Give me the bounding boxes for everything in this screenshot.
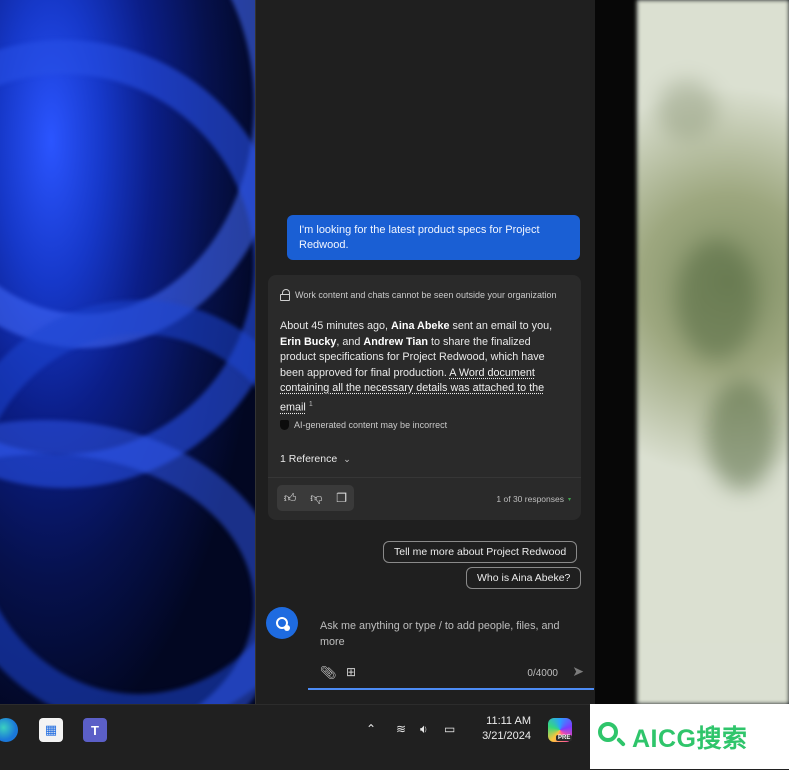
store-icon[interactable]: ▦	[39, 718, 63, 742]
reference-toggle[interactable]: 1 Reference ⌄	[280, 453, 351, 465]
person-name: Erin Bucky	[280, 335, 337, 348]
wifi-icon[interactable]: ≋	[396, 722, 406, 736]
clock-date: 3/21/2024	[482, 730, 531, 742]
volume-icon[interactable]: 🔉︎	[420, 722, 428, 737]
response-counter-text: 1 of 30 responses	[496, 494, 564, 504]
citation-marker[interactable]: 1	[309, 401, 313, 408]
chevron-up-icon[interactable]: ⌃	[366, 722, 376, 736]
response-counter: 1 of 30 responses ▾	[496, 494, 571, 504]
person-name: Aina Abeke	[391, 320, 450, 332]
thumbs-down-icon[interactable]: 👎︎	[310, 491, 322, 506]
watermark-text: AICG搜索	[632, 724, 748, 753]
divider	[268, 477, 581, 478]
watermark-logo: AICG搜索	[590, 704, 789, 769]
background-photo	[637, 0, 789, 704]
composer-placeholder[interactable]: Ask me anything or type / to add people,…	[320, 619, 578, 650]
feedback-buttons: 👍︎ 👎︎ ❐	[277, 485, 354, 511]
suggestion-label: Tell me more about Project Redwood	[394, 546, 567, 558]
copilot-response-card: Work content and chats cannot be seen ou…	[268, 275, 581, 520]
copilot-avatar	[266, 607, 298, 639]
clock-time: 11:11 AM	[486, 715, 531, 727]
ai-disclaimer: AI-generated content may be incorrect	[280, 420, 447, 430]
window-frame	[594, 0, 637, 704]
ai-disclaimer-text: AI-generated content may be incorrect	[294, 420, 448, 430]
copilot-pane: I'm looking for the latest product specs…	[255, 0, 595, 704]
desktop-wallpaper	[0, 0, 256, 704]
system-clock[interactable]: 11:11 AM 3/21/2024	[469, 714, 531, 744]
magnifier-icon	[598, 721, 628, 752]
plugins-icon[interactable]: ⊞	[346, 665, 356, 679]
lock-icon	[280, 289, 290, 301]
response-text-part: , and	[336, 335, 364, 348]
chat-icon	[276, 617, 290, 631]
user-message-text: I'm looking for the latest product specs…	[299, 224, 540, 251]
response-text-part: sent an email to you,	[449, 320, 553, 332]
privacy-note-text: Work content and chats cannot be seen ou…	[295, 290, 557, 300]
suggestion-chip-aina[interactable]: Who is Aina Abeke?	[466, 567, 582, 589]
battery-icon[interactable]: ▭	[444, 722, 455, 736]
chat-composer[interactable]: Ask me anything or type / to add people,…	[308, 607, 594, 690]
person-name: Andrew Tian	[363, 335, 429, 348]
thumbs-up-icon[interactable]: 👍︎	[284, 491, 297, 506]
response-text-part: About 45 minutes ago,	[280, 320, 392, 332]
teams-icon[interactable]: T	[83, 718, 107, 742]
character-counter: 0/4000	[527, 668, 558, 679]
status-dot-icon: ▾	[567, 496, 571, 503]
privacy-note: Work content and chats cannot be seen ou…	[280, 289, 557, 301]
edge-icon[interactable]	[0, 718, 18, 742]
chevron-down-icon: ⌄	[343, 453, 351, 464]
response-text: About 45 minutes ago, Aina Abeke sent an…	[280, 319, 565, 416]
send-icon[interactable]: ➤	[572, 663, 584, 680]
preview-badge: PRE	[556, 735, 573, 741]
suggestion-label: Who is Aina Abeke?	[477, 572, 571, 584]
user-message-bubble: I'm looking for the latest product specs…	[287, 215, 580, 260]
reference-label: 1 Reference	[280, 453, 338, 465]
shield-icon	[280, 420, 289, 430]
suggestion-chip-redwood[interactable]: Tell me more about Project Redwood	[383, 541, 578, 563]
paperclip-icon[interactable]: 📎︎	[320, 665, 337, 681]
copy-icon[interactable]: ❐	[336, 491, 347, 505]
